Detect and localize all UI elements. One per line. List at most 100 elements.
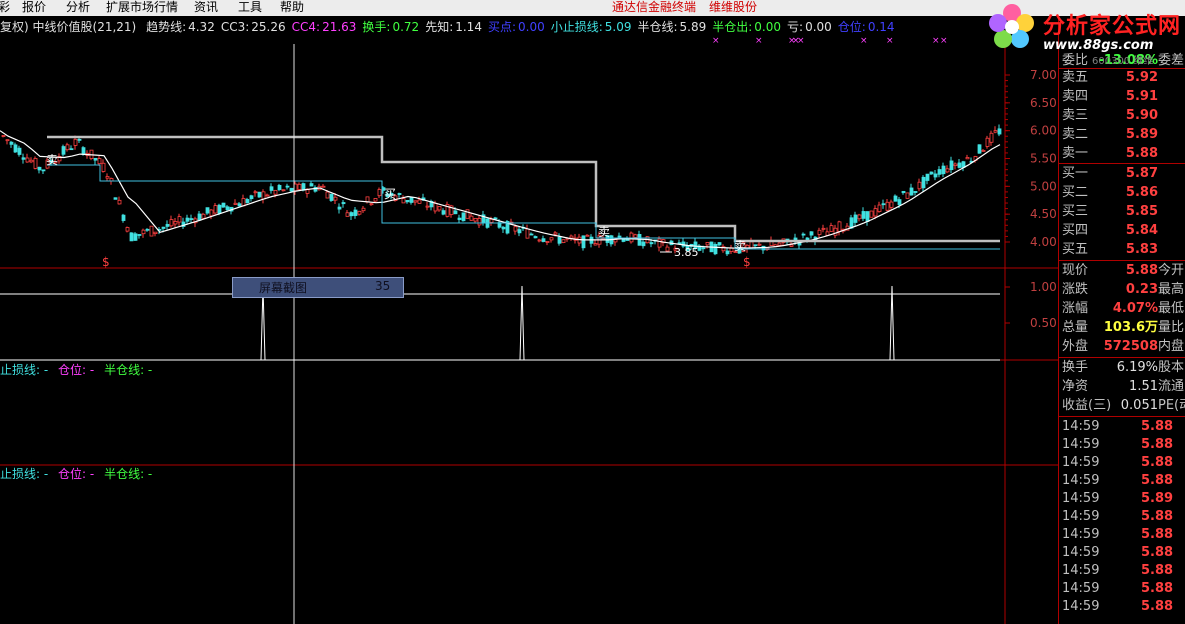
screenshot-tooltip: 屏幕截图 35 bbox=[232, 277, 404, 298]
bid-label: 买一 bbox=[1062, 166, 1089, 181]
fund-label: 换手 bbox=[1062, 360, 1089, 375]
sell-marker: 卖 bbox=[598, 225, 610, 239]
tick-price: 5.88 bbox=[1141, 599, 1174, 614]
candle-body bbox=[593, 243, 598, 246]
chart-area[interactable]: 7.00 6.50 6.00 5.50 5.00 4.50 4.00 1.00 0.50 卖买卖… bbox=[0, 16, 1058, 624]
quote-row-price: 现价 5.88 今开 bbox=[1061, 262, 1185, 280]
menu-item-extended-market[interactable]: 扩展市场行情 bbox=[106, 0, 178, 15]
quote-label: 总量 bbox=[1062, 320, 1089, 335]
axis-tick-label: 5.50 bbox=[1030, 152, 1057, 166]
tick-time: 14:59 bbox=[1062, 563, 1100, 578]
tick-row: 14:59 5.88 bbox=[1061, 544, 1185, 562]
candle-body bbox=[205, 207, 210, 214]
candle-body bbox=[453, 210, 458, 215]
candle-body bbox=[173, 221, 178, 225]
menu-item-quote[interactable]: 报价 bbox=[22, 0, 46, 15]
candle-body bbox=[657, 238, 662, 248]
candle-body bbox=[529, 233, 534, 236]
quote-label: 涨幅 bbox=[1062, 301, 1089, 316]
bid-price: 5.87 bbox=[1125, 166, 1158, 181]
candle-body bbox=[897, 199, 902, 205]
ask-row-3[interactable]: 卖三 5.90 bbox=[1061, 107, 1185, 125]
candle-body bbox=[37, 166, 42, 171]
candle-body bbox=[829, 225, 834, 232]
candle-body bbox=[901, 190, 906, 194]
promo-link-terminal[interactable]: 通达信金融终端 bbox=[612, 0, 696, 15]
bid-row-3[interactable]: 买三 5.85 bbox=[1061, 203, 1185, 221]
menu-item-analysis[interactable]: 分析 bbox=[66, 0, 90, 15]
ask-label: 卖三 bbox=[1062, 108, 1089, 123]
axis-tick-label: 6.00 bbox=[1030, 124, 1057, 138]
candle-body bbox=[905, 192, 910, 199]
candle-body bbox=[985, 137, 990, 147]
candle-body bbox=[21, 157, 26, 160]
candle-body bbox=[489, 218, 494, 223]
candle-body bbox=[17, 147, 22, 155]
ask-price: 5.92 bbox=[1125, 70, 1158, 85]
stop-loss-line bbox=[47, 164, 1000, 250]
candle-body bbox=[957, 162, 962, 168]
candle-body bbox=[809, 231, 814, 236]
promo-link-stock[interactable]: 维维股份 bbox=[709, 0, 757, 15]
quote-panel: 委比 -13.08% 委差 卖五 5.92 卖四 5.91 卖三 5.90 卖二… bbox=[1058, 16, 1185, 624]
candle-body bbox=[849, 217, 854, 229]
x-marker: × bbox=[932, 36, 940, 46]
tick-row: 14:59 5.88 bbox=[1061, 598, 1185, 616]
candle-body bbox=[561, 239, 566, 243]
candle-body bbox=[169, 219, 174, 227]
candle-body bbox=[473, 217, 478, 222]
candle-body bbox=[981, 149, 986, 152]
candle-body bbox=[113, 197, 118, 200]
candle-body bbox=[433, 202, 438, 212]
fund-label: 收益(三) bbox=[1062, 398, 1112, 413]
candle-body bbox=[241, 198, 246, 207]
bid-row-4[interactable]: 买四 5.84 bbox=[1061, 222, 1185, 240]
menu-item-news[interactable]: 资讯 bbox=[194, 0, 218, 15]
x-marker: × bbox=[940, 36, 948, 46]
quote-label: 现价 bbox=[1062, 263, 1089, 278]
ask-row-2[interactable]: 卖二 5.89 bbox=[1061, 126, 1185, 144]
candle-body bbox=[125, 227, 130, 232]
candle-body bbox=[221, 202, 226, 208]
bid-label: 买二 bbox=[1062, 185, 1089, 200]
indicator-value: 0.14 bbox=[867, 20, 895, 34]
candle-body bbox=[717, 242, 722, 246]
kline-chart[interactable]: 7.006.506.005.505.004.504.001.000.50 卖买卖… bbox=[0, 16, 1058, 624]
menu-item-tools[interactable]: 工具 bbox=[238, 0, 262, 15]
candle-body bbox=[921, 176, 926, 189]
menu-item-caibao[interactable]: 彩 bbox=[0, 0, 10, 15]
candle-body bbox=[237, 203, 242, 207]
stock-code: 600300 维维 bbox=[1092, 56, 1154, 67]
tick-time: 14:59 bbox=[1062, 581, 1100, 596]
ask-row-1[interactable]: 卖一 5.88 bbox=[1061, 145, 1185, 163]
candle-body bbox=[397, 193, 402, 195]
bid-row-5[interactable]: 买五 5.83 bbox=[1061, 241, 1185, 259]
candle-body bbox=[161, 226, 166, 229]
tooltip-label: 屏幕截图 bbox=[259, 281, 308, 295]
axis-tick-label: 0.50 bbox=[1030, 316, 1057, 330]
candle-body bbox=[29, 159, 34, 163]
candle-body bbox=[73, 138, 78, 146]
candle-body bbox=[233, 202, 238, 205]
x-marker: × bbox=[755, 36, 763, 46]
bid-row-2[interactable]: 买二 5.86 bbox=[1061, 184, 1185, 202]
indicator-item: 半仓线: bbox=[637, 20, 678, 34]
candle-body bbox=[277, 184, 282, 191]
fund-extra-label: PE(动 bbox=[1158, 398, 1185, 413]
tick-time: 14:59 bbox=[1062, 545, 1100, 560]
candle-body bbox=[513, 226, 518, 232]
ask-row-5[interactable]: 卖五 5.92 bbox=[1061, 69, 1185, 87]
watermark-url: www.88gs.com bbox=[1043, 38, 1154, 53]
indicator-name[interactable]: 中线价值股(21,21) bbox=[33, 20, 137, 34]
menu-item-help[interactable]: 帮助 bbox=[280, 0, 304, 15]
candle-body bbox=[569, 235, 574, 239]
fund-extra-label: 流通 bbox=[1158, 379, 1185, 394]
ask-row-4[interactable]: 卖四 5.91 bbox=[1061, 88, 1185, 106]
bid-row-1[interactable]: 买一 5.87 bbox=[1061, 165, 1185, 183]
quote-label: 外盘 bbox=[1062, 339, 1089, 354]
candle-body bbox=[837, 221, 842, 232]
candle-body bbox=[257, 191, 262, 198]
candle-body bbox=[225, 206, 230, 211]
candle-body bbox=[1, 135, 6, 137]
candle-body bbox=[757, 243, 762, 246]
